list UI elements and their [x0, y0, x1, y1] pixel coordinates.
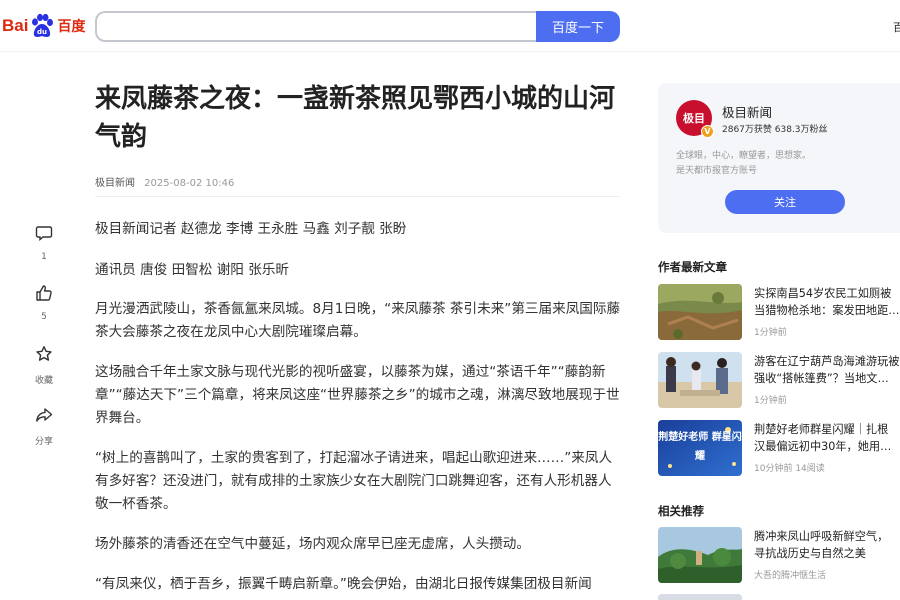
verified-icon: V: [701, 125, 714, 138]
title-divider: [95, 196, 620, 197]
list-item[interactable]: 腾冲来凤山呼吸新鲜空气， 寻抗战历史与自然之美 大吾的腾冲惬生活: [658, 527, 900, 587]
share-action[interactable]: 分享: [24, 398, 64, 447]
paragraph-3: “树上的喜鹊叫了，土家的贵客到了，打起溜冰子请进来，唱起山歌迎进来……”来凤人有…: [95, 450, 613, 512]
news-meta: 1分钟前: [754, 396, 787, 406]
news-title-line1: 腾冲来凤山呼吸新鲜空气，: [754, 530, 889, 543]
header-right-link[interactable]: 百: [893, 19, 900, 35]
paragraph-1: 月光漫洒武陵山，茶香氤氲来凤城。8月1日晚，“来凤藤茶 茶引未来”第三届来凤国际…: [95, 301, 621, 340]
baidu-logo[interactable]: Bai du 百度: [2, 12, 85, 40]
comment-count: 1: [41, 252, 47, 262]
author-description: 全球眼，中心，瞭望者，思想家。 是天都市报官方账号: [676, 149, 811, 179]
article-meta: 极目新闻 2025-08-02 10:46: [95, 174, 234, 189]
latest-articles-title: 作者最新文章: [658, 260, 727, 274]
news-title[interactable]: 腾冲来凤山呼吸新鲜空气， 寻抗战历史与自然之美: [754, 528, 900, 562]
author-name[interactable]: 极目新闻: [722, 102, 772, 121]
news-meta: 1分钟前: [754, 328, 787, 338]
paragraph-4: 场外藤茶的清香还在空气中蔓延，场内观众席早已座无虚席，人头攒动。: [95, 536, 530, 552]
top-header: Bai du 百度 百度一下 百: [0, 0, 900, 52]
thumb-overlay-text: 荆楚好老师 群星闪耀: [658, 432, 742, 462]
related-title: 相关推荐: [658, 504, 704, 518]
star-icon[interactable]: [27, 337, 61, 371]
avatar-text: 极目: [683, 112, 705, 125]
share-label: 分享: [34, 437, 53, 447]
news-thumbnail[interactable]: [658, 527, 742, 583]
avatar[interactable]: 极目 V: [676, 100, 714, 138]
search-button[interactable]: 百度一下: [536, 11, 620, 42]
follow-button[interactable]: 关注: [725, 190, 845, 214]
logo-du-text: 百度: [57, 19, 86, 35]
article-source[interactable]: 极目新闻: [95, 178, 135, 189]
paragraph-correspondents: 通讯员 唐俊 田智松 谢阳 张乐昕: [95, 262, 290, 278]
author-card: 极目 V 极目新闻 2867万获赞 638.3万粉丝 全球眼，中心，瞭望者，思想…: [658, 83, 900, 233]
paragraph-5: “有凤来仪，栖于吾乡，振翼千畴启新章。”晚会伊始，由湖北日报传媒集团极目新闻: [95, 576, 592, 592]
share-icon[interactable]: [27, 398, 61, 432]
paw-icon: du: [29, 13, 55, 39]
news-thumbnail[interactable]: 荆楚好老师 群星闪耀: [658, 420, 742, 476]
article-title: 来凤藤茶之夜：一盏新茶照见鄂西小城的山河气韵: [95, 84, 616, 152]
news-title-line2: 当猎物枪杀地：案发田地距…: [754, 304, 900, 317]
svg-text:du: du: [37, 28, 47, 36]
news-meta: 10分钟前 14阅读: [754, 464, 825, 474]
like-count: 5: [41, 312, 47, 322]
news-meta: 大吾的腾冲惬生活: [754, 571, 827, 581]
list-item[interactable]: 游客在辽宁葫芦岛海滩游玩被 强收“搭帐篷费”？当地文… 1分钟前: [658, 352, 900, 412]
search-input[interactable]: [95, 11, 537, 42]
list-item[interactable]: 实探南昌54岁农民工如厕被 当猎物枪杀地：案发田地距… 1分钟前: [658, 284, 900, 344]
news-title-line1: 实探南昌54岁农民工如厕被: [754, 287, 892, 300]
news-title-line1: 荆楚好老师群星闪耀｜扎根: [754, 423, 889, 436]
paragraph-reporters: 极目新闻记者 赵德龙 李博 王永胜 马鑫 刘子靓 张盼: [95, 221, 407, 237]
list-item[interactable]: 荆楚好老师 群星闪耀 荆楚好老师群星闪耀｜扎根 汉最偏远初中30年，她用… 10…: [658, 420, 900, 480]
news-title-line2: 强收“搭帐篷费”？当地文…: [754, 372, 889, 385]
like-action[interactable]: 5: [24, 276, 64, 322]
news-title-line2: 汉最偏远初中30年，她用…: [754, 440, 892, 453]
news-thumbnail-partial[interactable]: [658, 594, 742, 600]
favorite-label: 收藏: [34, 376, 53, 386]
news-title[interactable]: 游客在辽宁葫芦岛海滩游玩被 强收“搭帐篷费”？当地文…: [754, 353, 900, 387]
comment-action[interactable]: 1: [24, 216, 64, 262]
thumbs-up-icon[interactable]: [27, 276, 61, 310]
logo-bai-text: Bai: [2, 16, 29, 35]
article-time: 2025-08-02 10:46: [144, 178, 235, 189]
news-title[interactable]: 实探南昌54岁农民工如厕被 当猎物枪杀地：案发田地距…: [754, 285, 900, 319]
news-title[interactable]: 荆楚好老师群星闪耀｜扎根 汉最偏远初中30年，她用…: [754, 421, 900, 455]
news-title-line1: 游客在辽宁葫芦岛海滩游玩被: [754, 355, 900, 368]
author-desc-line1: 全球眼，中心，瞭望者，思想家。: [676, 151, 812, 161]
news-thumbnail[interactable]: [658, 352, 742, 408]
author-desc-line2: 是天都市报官方账号: [676, 166, 758, 176]
comment-icon[interactable]: [27, 216, 61, 250]
author-stats: 2867万获赞 638.3万粉丝: [722, 125, 828, 135]
news-title-line2: 寻抗战历史与自然之美: [754, 547, 866, 560]
paragraph-2: 这场融合千年土家文脉与现代光影的视听盛宴，以藤茶为媒，通过“茶语千年”“藤韵新章…: [95, 364, 620, 426]
news-thumbnail[interactable]: [658, 284, 742, 340]
favorite-action[interactable]: 收藏: [24, 337, 64, 386]
